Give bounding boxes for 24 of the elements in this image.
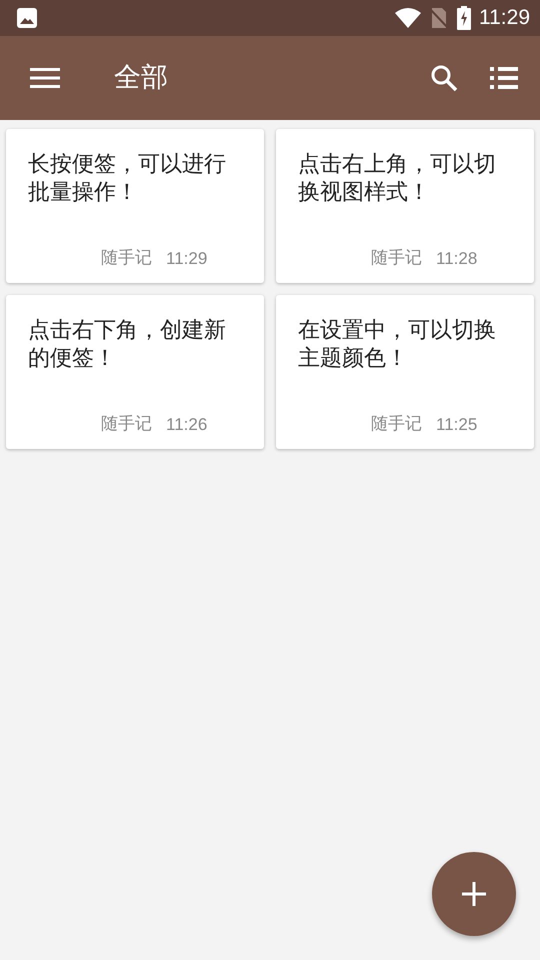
note-text: 在设置中，可以切换主题颜色！ xyxy=(298,317,497,373)
no-sim-icon xyxy=(429,7,449,29)
battery-charging-icon xyxy=(457,6,471,30)
note-text: 点击右下角，创建新的便签！ xyxy=(28,317,227,373)
note-source: 随手记 xyxy=(101,412,152,436)
status-time: 11:29 xyxy=(479,5,530,32)
note-time: 11:28 xyxy=(436,248,478,270)
wifi-icon xyxy=(395,8,421,28)
note-text: 点击右上角，可以切换视图样式！ xyxy=(298,151,497,207)
note-time: 11:26 xyxy=(166,414,208,436)
note-card[interactable]: 在设置中，可以切换主题颜色！ 随手记 11:25 xyxy=(276,295,534,449)
plus-icon xyxy=(461,881,487,907)
toolbar-title: 全部 xyxy=(114,60,168,95)
note-card[interactable]: 点击右下角，创建新的便签！ 随手记 11:26 xyxy=(6,295,264,449)
add-note-button[interactable] xyxy=(432,852,516,936)
note-card[interactable]: 点击右上角，可以切换视图样式！ 随手记 11:28 xyxy=(276,129,534,283)
image-icon xyxy=(16,7,38,29)
note-card[interactable]: 长按便签，可以进行批量操作！ 随手记 11:29 xyxy=(6,129,264,283)
note-source: 随手记 xyxy=(101,246,152,270)
note-text: 长按便签，可以进行批量操作！ xyxy=(28,151,227,207)
note-time: 11:29 xyxy=(166,248,208,270)
note-source: 随手记 xyxy=(371,412,422,436)
note-time: 11:25 xyxy=(436,414,478,436)
note-source: 随手记 xyxy=(371,246,422,270)
